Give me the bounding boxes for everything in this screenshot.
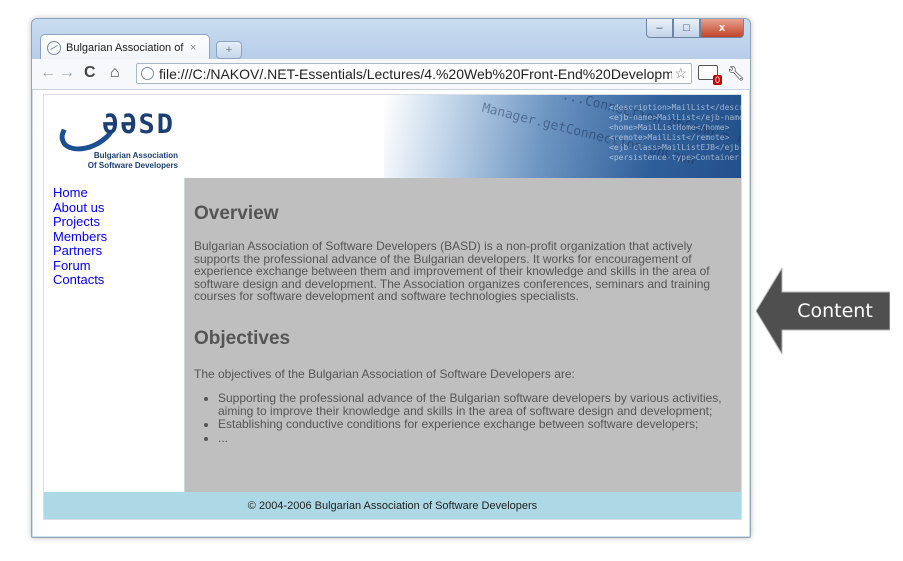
sidebar: Home About us Projects Members Partners … [44,178,185,492]
logo-tagline-1: Bulgarian Association [93,151,178,160]
list-item: Establishing conductive conditions for e… [218,418,750,431]
logo-tagline-2: Of Software Developers [87,161,178,170]
list-item: Supporting the professional advance of t… [218,392,750,417]
list-item: ... [218,432,750,445]
page-viewport: ƏƏSD Bulgarian Association Of Software D… [33,90,749,536]
main-content: Overview Bulgarian Association of Softwa… [185,178,741,492]
tab-close-icon[interactable]: × [190,42,196,54]
basd-logo[interactable]: ƏƏSD Bulgarian Association Of Software D… [52,100,184,173]
page-icon [141,67,154,80]
sidebar-item-about-us[interactable]: About us [53,200,184,216]
title-bar: – □ x Bulgarian Association of Sc × + [32,19,750,60]
new-tab-button[interactable]: + [216,41,242,59]
sidebar-nav: Home About us Projects Members Partners … [44,178,184,288]
content-callout: Content [756,268,890,354]
back-arrow-icon[interactable]: ← [40,64,56,82]
header-banner: try { conn = ...Connection dbConn = null… [384,95,741,178]
window-controls: – □ x [646,19,744,39]
url-text[interactable]: file:///C:/NAKOV/.NET-Essentials/Lecture… [159,66,672,82]
browser-tab[interactable]: Bulgarian Association of Sc × [40,34,210,60]
browser-toolbar: ← → C ⌂ file:///C:/NAKOV/.NET-Essentials… [32,59,750,90]
sidebar-item-contacts[interactable]: Contacts [53,272,184,288]
footer-text: © 2004-2006 Bulgarian Association of Sof… [247,499,538,512]
banner-code-3: <description>MailList</description> <ejb… [609,103,741,162]
extension-icon[interactable]: 0 [698,65,722,85]
site-header: ƏƏSD Bulgarian Association Of Software D… [44,95,741,178]
logo-mark: ƏƏSD [102,109,176,140]
address-bar[interactable]: file:///C:/NAKOV/.NET-Essentials/Lecture… [136,63,692,84]
sidebar-item-home[interactable]: Home [53,185,184,201]
sidebar-item-projects[interactable]: Projects [53,214,184,230]
objectives-intro: The objectives of the Bulgarian Associat… [194,367,575,381]
close-window-button[interactable]: x [700,19,744,38]
bookmark-star-icon[interactable]: ☆ [674,65,687,82]
reload-icon[interactable]: C [84,64,96,82]
site-footer: © 2004-2006 Bulgarian Association of Sof… [44,492,741,519]
minimize-button[interactable]: – [646,19,673,38]
callout-label: Content [797,300,873,322]
sidebar-item-partners[interactable]: Partners [53,243,184,259]
tab-title: Bulgarian Association of Sc [66,41,186,54]
objectives-heading: Objectives [194,328,291,349]
web-page: ƏƏSD Bulgarian Association Of Software D… [43,94,742,520]
wrench-menu-icon[interactable]: 🔧︎ [727,65,745,82]
extension-badge: 0 [712,75,722,85]
objectives-list: Supporting the professional advance of t… [194,392,750,445]
forward-arrow-icon[interactable]: → [59,64,75,82]
home-icon[interactable]: ⌂ [110,64,120,82]
sidebar-item-forum[interactable]: Forum [53,258,184,274]
overview-paragraph: Bulgarian Association of Software Develo… [194,239,711,304]
browser-window: – □ x Bulgarian Association of Sc × + ← … [31,18,751,538]
sidebar-item-members[interactable]: Members [53,229,184,245]
maximize-button[interactable]: □ [673,19,700,38]
globe-icon [47,40,61,55]
overview-heading: Overview [194,203,279,224]
